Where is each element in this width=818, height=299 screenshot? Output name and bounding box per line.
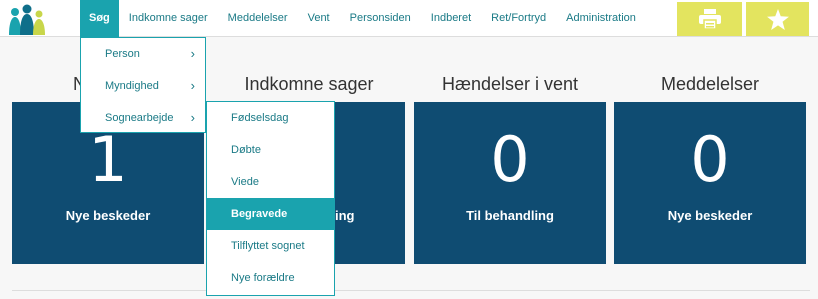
submenu-item-viede[interactable]: Viede <box>207 166 334 198</box>
submenu-item-begravede[interactable]: Begravede <box>207 198 334 230</box>
card-heading-vent: Hændelser i vent <box>441 74 579 94</box>
menu-item-label: Myndighed <box>105 80 159 92</box>
submenu-item-tilflyttet-sognet[interactable]: Tilflyttet sognet <box>207 230 334 262</box>
printer-icon <box>698 9 721 29</box>
nav-item-vent[interactable]: Vent <box>298 0 340 37</box>
menu-item-person[interactable]: Person › <box>81 38 205 70</box>
menu-item-label: Person <box>105 48 140 60</box>
menu-item-sognearbejde[interactable]: Sognearbejde › <box>81 102 205 134</box>
chevron-right-icon: › <box>190 110 195 125</box>
main-nav: Søg Indkomne sager Meddelelser Vent Pers… <box>80 0 646 37</box>
card-count: 0 <box>690 123 730 196</box>
card-heading-indkomne: Indkomne sager <box>244 74 374 94</box>
menu-item-myndighed[interactable]: Myndighed › <box>81 70 205 102</box>
submenu-item-nye-foraeldre[interactable]: Nye forældre <box>207 262 334 294</box>
card-count: 0 <box>490 123 530 196</box>
menu-item-label: Sognearbejde <box>105 112 174 124</box>
nav-item-meddelelser[interactable]: Meddelelser <box>218 0 298 37</box>
search-dropdown-menu: Person › Myndighed › Sognearbejde › <box>80 37 206 133</box>
card-label: Nye beskeder <box>65 208 151 223</box>
favorite-button[interactable] <box>746 2 809 36</box>
logo <box>9 4 45 35</box>
card-label: Til behandling <box>466 208 554 223</box>
sognearbejde-submenu: Fødselsdag Døbte Viede Begravede Tilflyt… <box>206 101 335 296</box>
card-label: Nye beskeder <box>667 208 753 223</box>
top-bar: Søg Indkomne sager Meddelelser Vent Pers… <box>0 0 818 37</box>
card-vent[interactable]: 0 Til behandling <box>414 102 606 264</box>
submenu-item-fodselsdag[interactable]: Fødselsdag <box>207 102 334 134</box>
nav-item-ret-fortryd[interactable]: Ret/Fortryd <box>481 0 556 37</box>
nav-item-indberet[interactable]: Indberet <box>421 0 481 37</box>
card-meddelelser[interactable]: 0 Nye beskeder <box>614 102 806 264</box>
nav-item-personsiden[interactable]: Personsiden <box>340 0 421 37</box>
divider <box>12 290 810 291</box>
chevron-right-icon: › <box>190 46 195 61</box>
submenu-item-dobte[interactable]: Døbte <box>207 134 334 166</box>
card-heading-meddelelser: Meddelelser <box>660 74 760 94</box>
print-button[interactable] <box>677 2 742 36</box>
star-icon <box>766 8 789 30</box>
nav-item-administration[interactable]: Administration <box>556 0 646 37</box>
nav-item-sog[interactable]: Søg <box>80 0 119 37</box>
chevron-right-icon: › <box>190 78 195 93</box>
nav-item-indkomne-sager[interactable]: Indkomne sager <box>119 0 218 37</box>
